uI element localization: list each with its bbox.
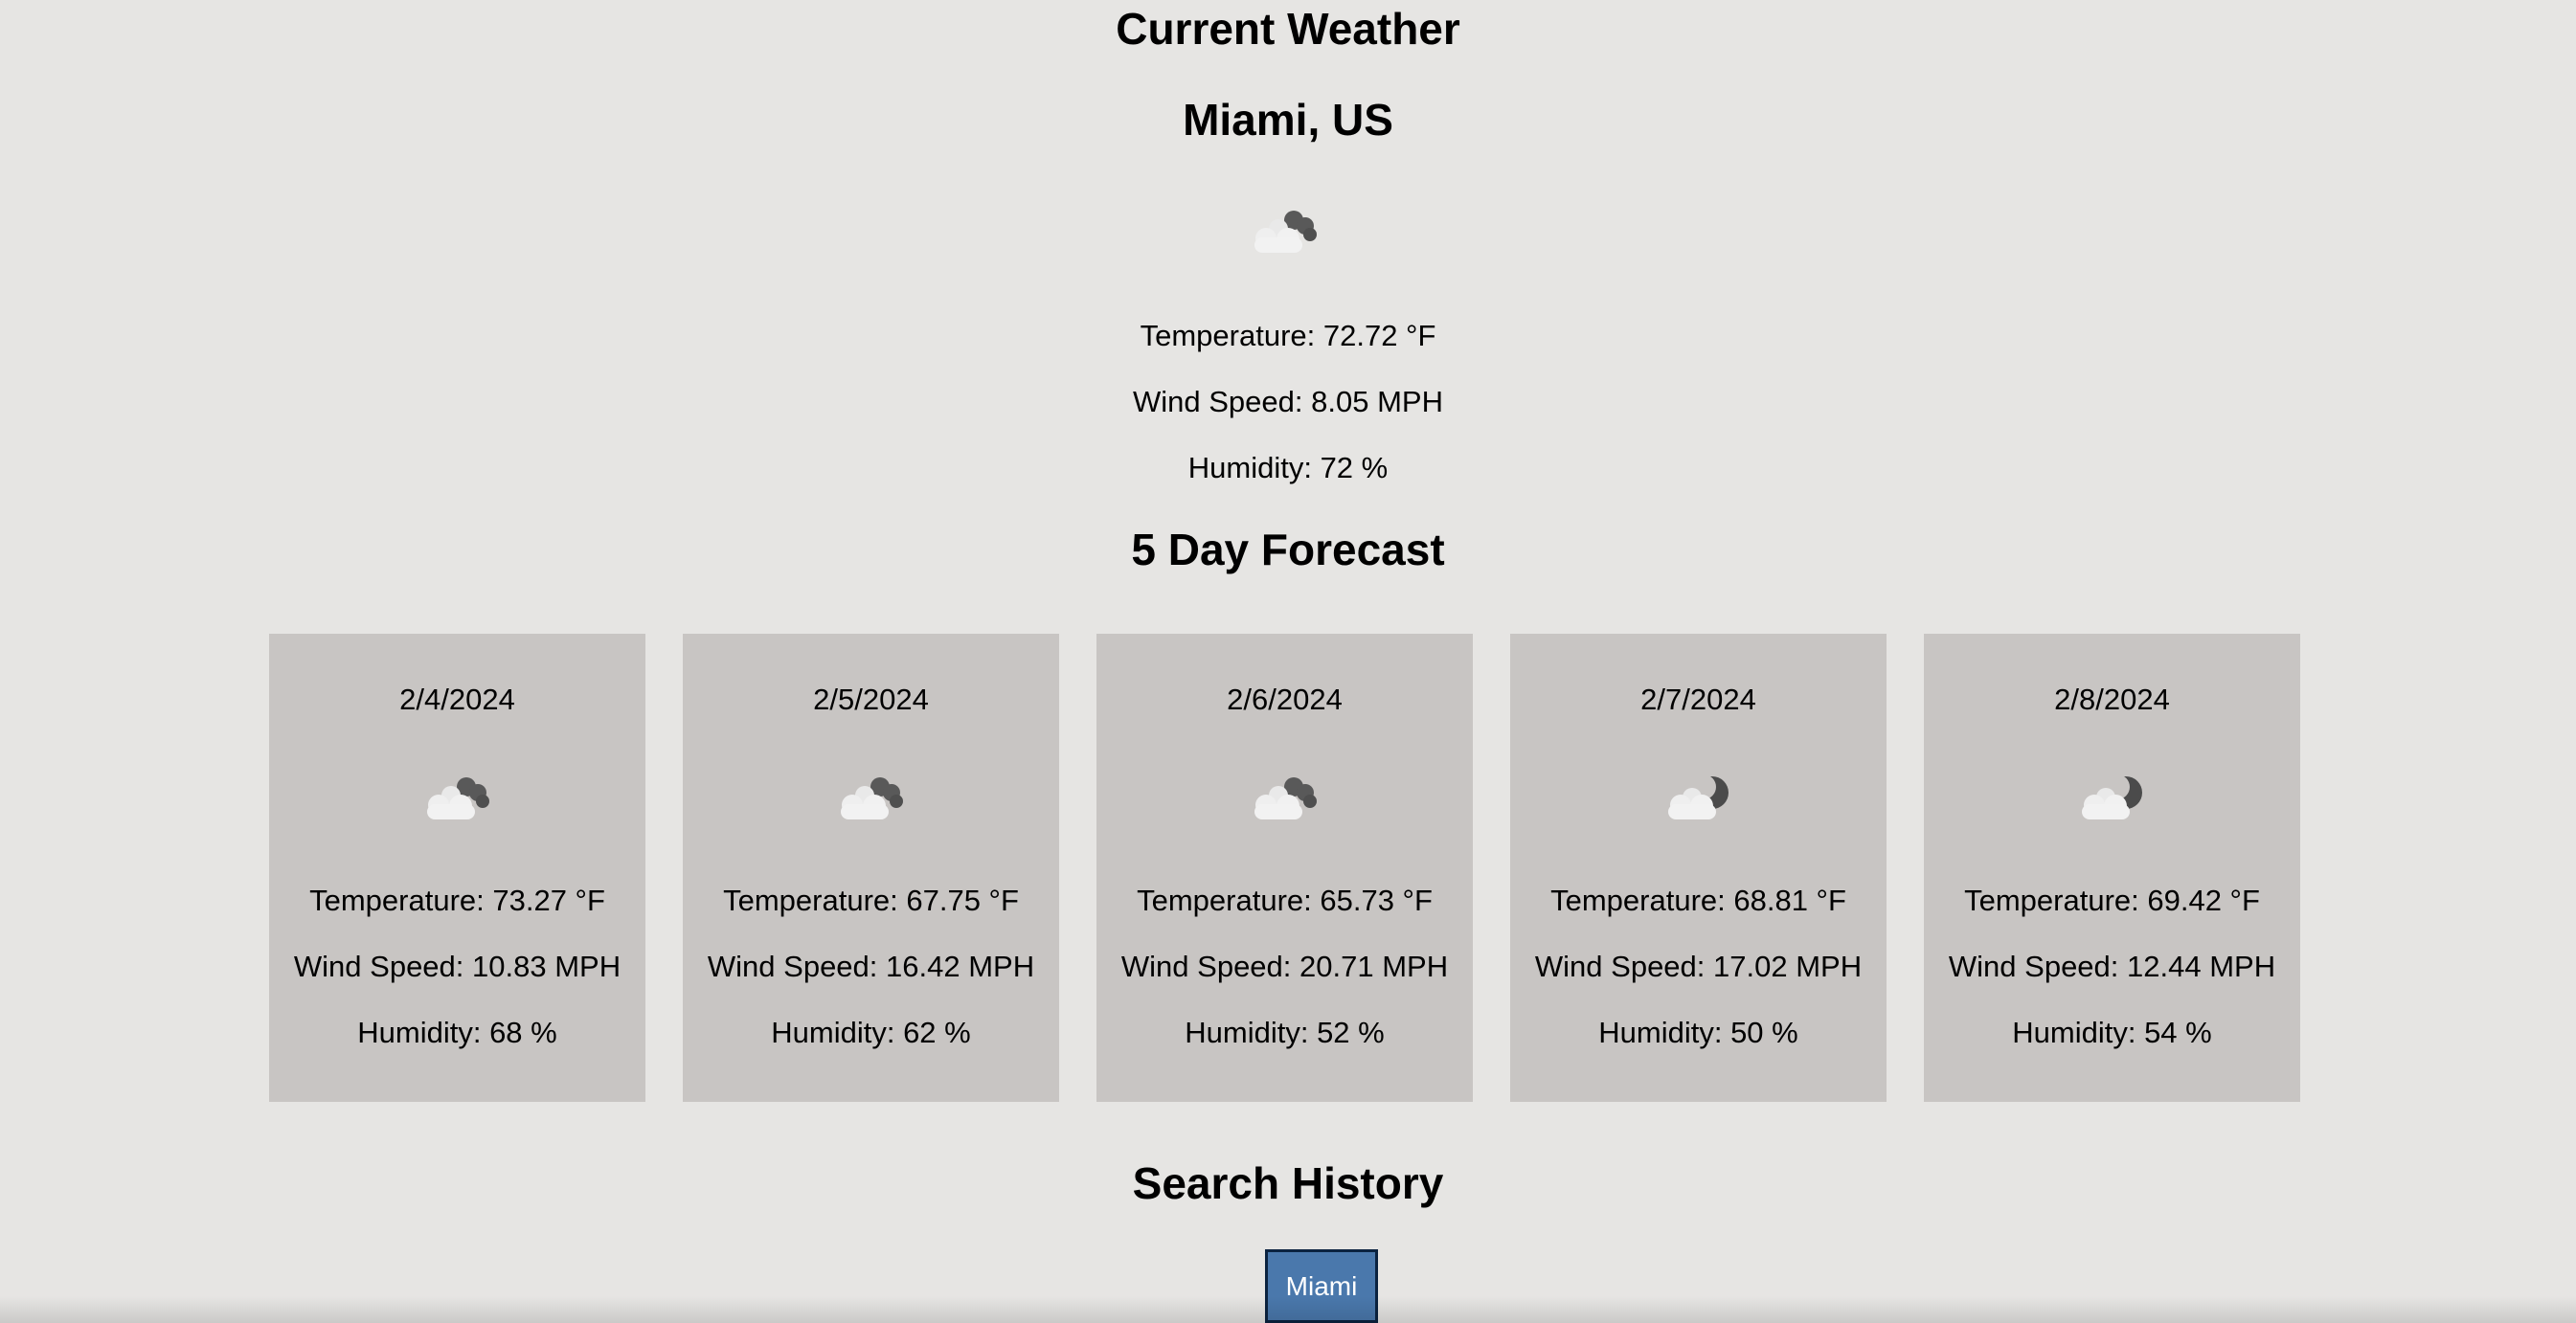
forecast-date: 2/6/2024 xyxy=(1227,683,1343,716)
forecast-card: 2/7/2024 Temperature: 68.81 °F Wind Spee… xyxy=(1510,634,1887,1102)
forecast-temperature: Temperature: 67.75 °F xyxy=(723,884,1019,917)
current-temperature: Temperature: 72.72 °F xyxy=(1140,319,1436,352)
forecast-wind-speed: Wind Speed: 17.02 MPH xyxy=(1534,950,1863,983)
forecast-wind-speed: Wind Speed: 16.42 MPH xyxy=(707,950,1035,983)
forecast-temperature: Temperature: 68.81 °F xyxy=(1550,884,1846,917)
forecast-temperature: Temperature: 65.73 °F xyxy=(1137,884,1433,917)
forecast-card: 2/8/2024 Temperature: 69.42 °F Wind Spee… xyxy=(1924,634,2300,1102)
forecast-card: 2/6/2024 Temperature: 65.73 °F Wind Spee… xyxy=(1096,634,1473,1102)
forecast-date: 2/7/2024 xyxy=(1640,683,1756,716)
search-history-heading: Search History xyxy=(1132,1158,1444,1208)
forecast-temperature: Temperature: 69.42 °F xyxy=(1964,884,2260,917)
forecast-card: 2/5/2024 Temperature: 67.75 °F Wind Spee… xyxy=(683,634,1059,1102)
forecast-humidity: Humidity: 50 % xyxy=(1598,1016,1798,1049)
forecast-humidity: Humidity: 52 % xyxy=(1185,1016,1385,1049)
forecast-humidity: Humidity: 62 % xyxy=(771,1016,971,1049)
cloud-moon-icon xyxy=(2082,774,2142,819)
current-humidity: Humidity: 72 % xyxy=(1187,451,1389,484)
search-history-miami-button[interactable]: Miami xyxy=(1265,1249,1378,1323)
city-name: Miami, US xyxy=(1183,95,1393,145)
forecast-date: 2/8/2024 xyxy=(2054,683,2170,716)
forecast-humidity: Humidity: 54 % xyxy=(2012,1016,2212,1049)
forecast-wind-speed: Wind Speed: 20.71 MPH xyxy=(1120,950,1449,983)
cloud-night-icon xyxy=(841,777,903,819)
cloud-moon-icon xyxy=(1668,774,1729,819)
weather-dashboard: Current Weather Miami, US Temperature: 7… xyxy=(0,0,2576,1323)
forecast-card: 2/4/2024 Temperature: 73.27 °F Wind Spee… xyxy=(269,634,645,1102)
forecast-humidity: Humidity: 68 % xyxy=(357,1016,557,1049)
cloud-night-icon xyxy=(427,777,489,819)
forecast-wind-speed: Wind Speed: 12.44 MPH xyxy=(1948,950,2276,983)
forecast-cards: 2/4/2024 Temperature: 73.27 °F Wind Spee… xyxy=(269,634,2300,1102)
cloud-night-icon xyxy=(1254,211,1317,253)
current-weather-heading: Current Weather xyxy=(1116,4,1460,54)
forecast-date: 2/4/2024 xyxy=(399,683,515,716)
forecast-heading: 5 Day Forecast xyxy=(1131,525,1445,574)
current-wind-speed: Wind Speed: 8.05 MPH xyxy=(1133,385,1443,418)
cloud-night-icon xyxy=(1254,777,1317,819)
forecast-date: 2/5/2024 xyxy=(813,683,929,716)
forecast-wind-speed: Wind Speed: 10.83 MPH xyxy=(293,950,621,983)
forecast-temperature: Temperature: 73.27 °F xyxy=(309,884,605,917)
